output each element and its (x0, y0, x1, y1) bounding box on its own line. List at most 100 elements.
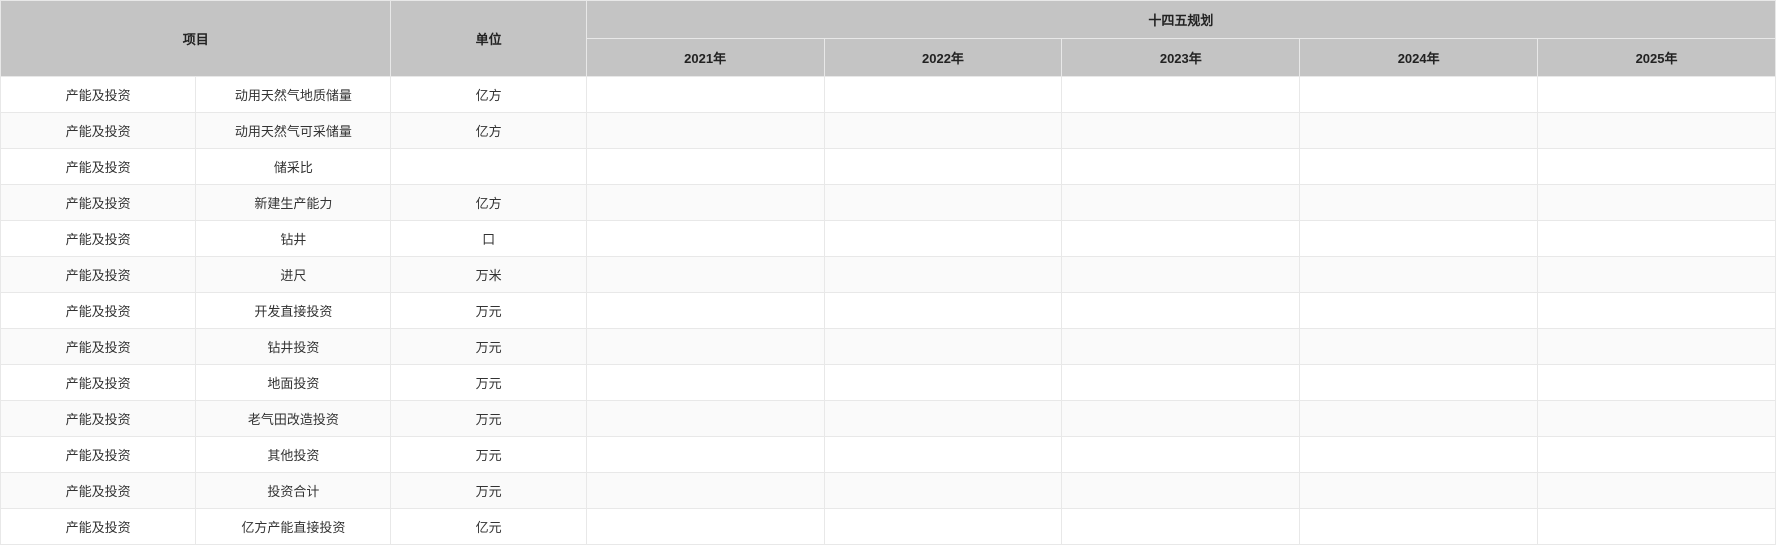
cell-unit: 万元 (391, 473, 586, 509)
cell-unit: 万元 (391, 365, 586, 401)
cell-2025 (1538, 221, 1776, 257)
cell-category: 产能及投资 (1, 473, 196, 509)
cell-category: 产能及投资 (1, 77, 196, 113)
cell-2025 (1538, 77, 1776, 113)
header-year-2024: 2024年 (1300, 39, 1538, 77)
cell-2023 (1062, 221, 1300, 257)
cell-2021 (586, 77, 824, 113)
cell-2025 (1538, 365, 1776, 401)
cell-2024 (1300, 257, 1538, 293)
cell-item: 动用天然气地质储量 (196, 77, 391, 113)
cell-2025 (1538, 509, 1776, 545)
cell-2021 (586, 185, 824, 221)
header-plan-title: 十四五规划 (586, 1, 1775, 39)
cell-2021 (586, 473, 824, 509)
cell-2023 (1062, 365, 1300, 401)
table-row: 产能及投资储采比 (1, 149, 1776, 185)
cell-2025 (1538, 113, 1776, 149)
cell-category: 产能及投资 (1, 185, 196, 221)
cell-2022 (824, 113, 1062, 149)
cell-item: 老气田改造投资 (196, 401, 391, 437)
cell-2025 (1538, 329, 1776, 365)
cell-2025 (1538, 257, 1776, 293)
header-year-2021: 2021年 (586, 39, 824, 77)
cell-2023 (1062, 257, 1300, 293)
cell-2025 (1538, 473, 1776, 509)
cell-2022 (824, 221, 1062, 257)
table-header: 项目 单位 十四五规划 2021年 2022年 2023年 2024年 2025… (1, 1, 1776, 77)
table-row: 产能及投资开发直接投资万元 (1, 293, 1776, 329)
table-row: 产能及投资地面投资万元 (1, 365, 1776, 401)
cell-category: 产能及投资 (1, 113, 196, 149)
cell-2023 (1062, 113, 1300, 149)
cell-unit: 万米 (391, 257, 586, 293)
cell-unit: 亿方 (391, 77, 586, 113)
cell-2025 (1538, 401, 1776, 437)
cell-unit (391, 149, 586, 185)
cell-2023 (1062, 437, 1300, 473)
table-row: 产能及投资新建生产能力亿方 (1, 185, 1776, 221)
cell-category: 产能及投资 (1, 437, 196, 473)
header-year-2022: 2022年 (824, 39, 1062, 77)
cell-2021 (586, 257, 824, 293)
header-unit: 单位 (391, 1, 586, 77)
cell-category: 产能及投资 (1, 221, 196, 257)
cell-2023 (1062, 77, 1300, 113)
cell-unit: 万元 (391, 401, 586, 437)
table-row: 产能及投资投资合计万元 (1, 473, 1776, 509)
cell-2022 (824, 437, 1062, 473)
cell-unit: 万元 (391, 437, 586, 473)
cell-2023 (1062, 401, 1300, 437)
cell-unit: 亿方 (391, 113, 586, 149)
cell-2023 (1062, 473, 1300, 509)
cell-unit: 亿元 (391, 509, 586, 545)
cell-2022 (824, 293, 1062, 329)
cell-item: 钻井 (196, 221, 391, 257)
cell-2021 (586, 329, 824, 365)
table-body: 产能及投资动用天然气地质储量亿方产能及投资动用天然气可采储量亿方产能及投资储采比… (1, 77, 1776, 545)
cell-2024 (1300, 509, 1538, 545)
table-row: 产能及投资老气田改造投资万元 (1, 401, 1776, 437)
header-project: 项目 (1, 1, 391, 77)
cell-2022 (824, 365, 1062, 401)
cell-item: 钻井投资 (196, 329, 391, 365)
cell-2024 (1300, 329, 1538, 365)
cell-item: 新建生产能力 (196, 185, 391, 221)
cell-2022 (824, 77, 1062, 113)
cell-2025 (1538, 293, 1776, 329)
cell-2023 (1062, 185, 1300, 221)
cell-2024 (1300, 149, 1538, 185)
cell-2021 (586, 113, 824, 149)
cell-category: 产能及投资 (1, 329, 196, 365)
cell-item: 其他投资 (196, 437, 391, 473)
cell-item: 地面投资 (196, 365, 391, 401)
cell-2024 (1300, 293, 1538, 329)
cell-category: 产能及投资 (1, 365, 196, 401)
cell-2024 (1300, 221, 1538, 257)
cell-2021 (586, 401, 824, 437)
table-row: 产能及投资动用天然气地质储量亿方 (1, 77, 1776, 113)
header-year-2025: 2025年 (1538, 39, 1776, 77)
cell-unit: 万元 (391, 293, 586, 329)
cell-2022 (824, 473, 1062, 509)
cell-unit: 万元 (391, 329, 586, 365)
table-row: 产能及投资钻井投资万元 (1, 329, 1776, 365)
cell-2024 (1300, 365, 1538, 401)
table-row: 产能及投资进尺万米 (1, 257, 1776, 293)
cell-2024 (1300, 113, 1538, 149)
table-row: 产能及投资钻井口 (1, 221, 1776, 257)
cell-2021 (586, 293, 824, 329)
plan-table: 项目 单位 十四五规划 2021年 2022年 2023年 2024年 2025… (0, 0, 1776, 545)
cell-category: 产能及投资 (1, 293, 196, 329)
cell-unit: 亿方 (391, 185, 586, 221)
cell-category: 产能及投资 (1, 401, 196, 437)
cell-item: 投资合计 (196, 473, 391, 509)
cell-unit: 口 (391, 221, 586, 257)
cell-2022 (824, 185, 1062, 221)
cell-2022 (824, 149, 1062, 185)
cell-2024 (1300, 185, 1538, 221)
table-row: 产能及投资其他投资万元 (1, 437, 1776, 473)
table-row: 产能及投资亿方产能直接投资亿元 (1, 509, 1776, 545)
cell-2024 (1300, 401, 1538, 437)
header-year-2023: 2023年 (1062, 39, 1300, 77)
